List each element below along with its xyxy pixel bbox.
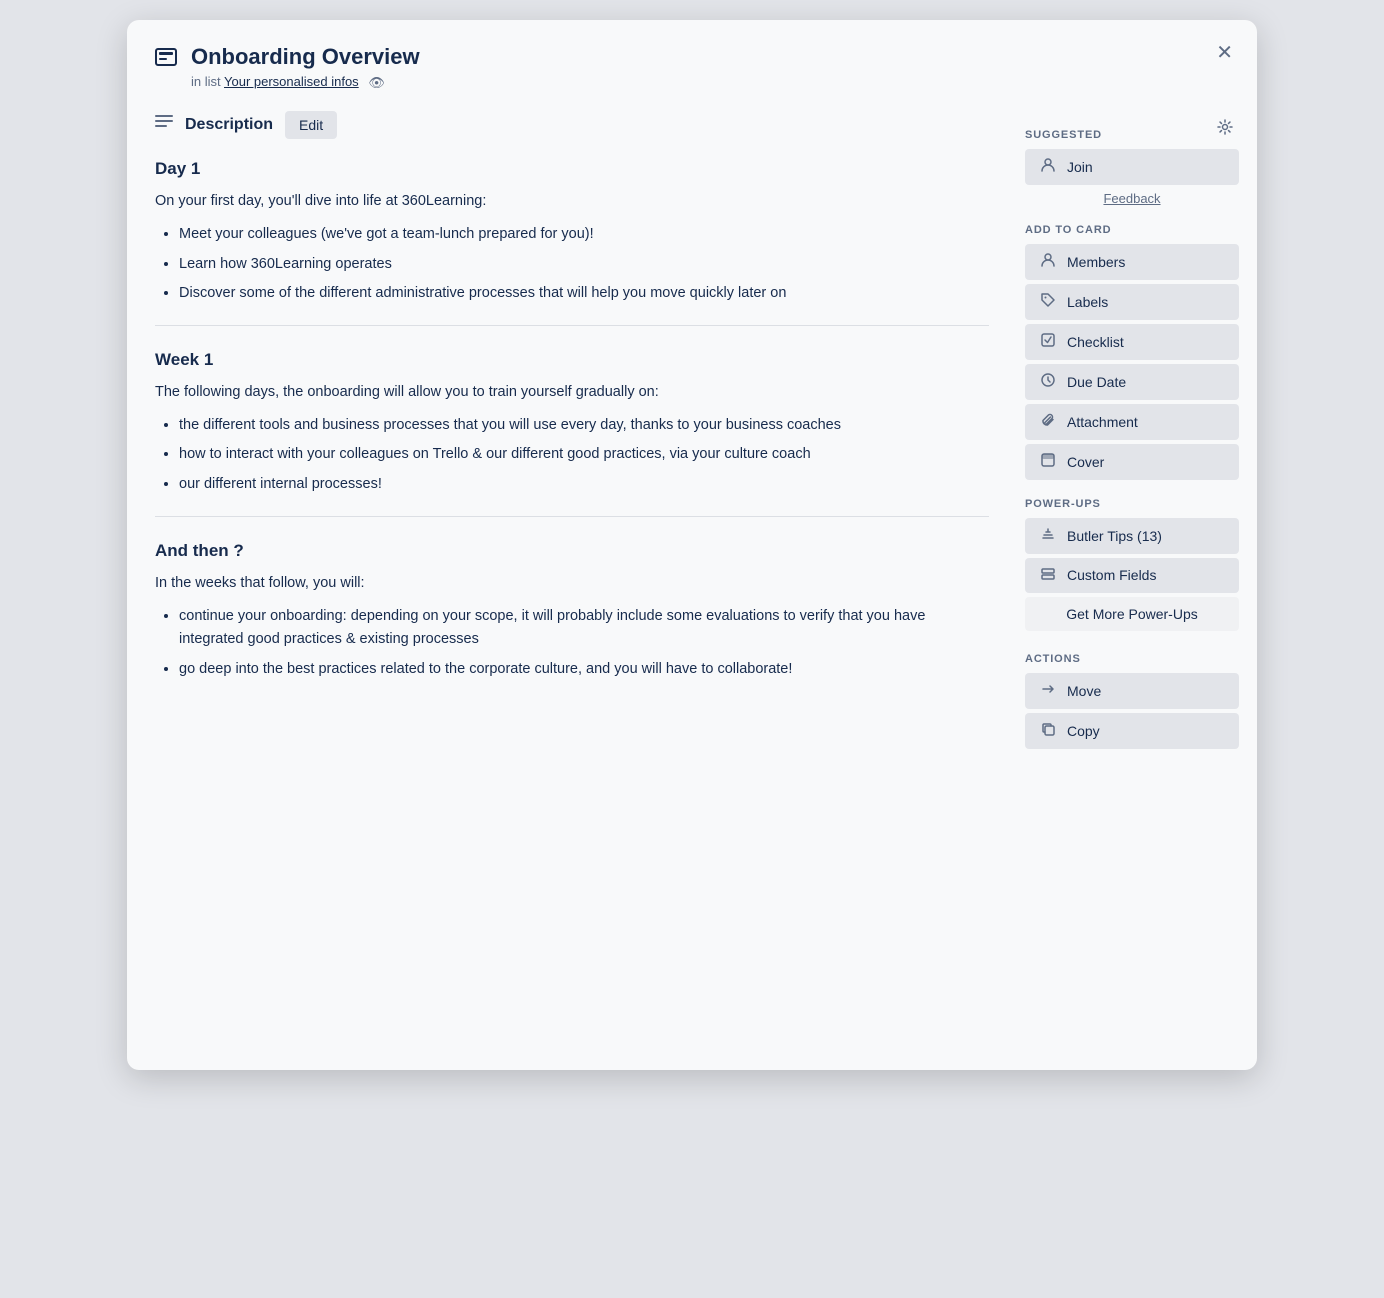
custom-fields-label: Custom Fields [1067, 567, 1156, 583]
gear-button[interactable] [1211, 117, 1239, 142]
list-item: Discover some of the different administr… [179, 282, 989, 305]
custom-fields-icon [1039, 567, 1057, 584]
attachment-icon [1039, 413, 1057, 431]
week1-heading: Week 1 [155, 346, 989, 373]
checklist-label: Checklist [1067, 334, 1124, 350]
suggested-label: SUGGESTED [1025, 129, 1102, 141]
join-button[interactable]: Join [1025, 149, 1239, 185]
section-divider [155, 516, 989, 517]
members-button[interactable]: Members [1025, 244, 1239, 280]
day1-heading: Day 1 [155, 155, 989, 182]
labels-button[interactable]: Labels [1025, 284, 1239, 320]
butler-tips-label: Butler Tips (13) [1067, 528, 1162, 544]
sidebar: SUGGESTED Join Feedback [1017, 103, 1257, 1046]
butler-icon [1039, 527, 1057, 545]
list-item: Meet your colleagues (we've got a team-l… [179, 223, 989, 246]
header-text: Onboarding Overview in list Your persona… [191, 44, 1229, 91]
move-icon [1039, 682, 1057, 700]
card-modal: Onboarding Overview in list Your persona… [127, 20, 1257, 1070]
add-to-card-label: ADD TO CARD [1025, 224, 1239, 236]
list-item: go deep into the best practices related … [179, 658, 989, 681]
copy-button[interactable]: Copy [1025, 713, 1239, 749]
attachment-button[interactable]: Attachment [1025, 404, 1239, 440]
list-item: the different tools and business process… [179, 414, 989, 437]
card-title: Onboarding Overview [191, 44, 1229, 70]
close-button[interactable]: ✕ [1208, 36, 1241, 69]
section-divider [155, 325, 989, 326]
andthen-bullets: continue your onboarding: depending on y… [155, 605, 989, 681]
members-icon [1039, 253, 1057, 271]
description-icon [155, 114, 173, 135]
cover-label: Cover [1067, 454, 1104, 470]
label-icon [1039, 293, 1057, 311]
cover-icon [1039, 453, 1057, 471]
card-subtitle: in list Your personalised infos 👁 [191, 74, 1229, 91]
suggested-section-header: SUGGESTED [1025, 111, 1239, 149]
copy-icon [1039, 722, 1057, 740]
andthen-heading: And then ? [155, 537, 989, 564]
eye-icon: 👁 [368, 75, 385, 90]
content-area: Day 1 On your first day, you'll dive int… [155, 155, 989, 681]
move-button[interactable]: Move [1025, 673, 1239, 709]
subtitle-prefix: in list [191, 74, 221, 89]
week1-intro: The following days, the onboarding will … [155, 381, 989, 404]
labels-label: Labels [1067, 294, 1108, 310]
list-name-link[interactable]: Your personalised infos [224, 74, 359, 89]
cover-button[interactable]: Cover [1025, 444, 1239, 480]
week1-bullets: the different tools and business process… [155, 414, 989, 496]
power-ups-label: POWER-UPS [1025, 498, 1239, 510]
due-date-label: Due Date [1067, 374, 1126, 390]
day1-bullets: Meet your colleagues (we've got a team-l… [155, 223, 989, 305]
card-icon [155, 48, 177, 71]
join-label: Join [1067, 159, 1093, 175]
list-item: continue your onboarding: depending on y… [179, 605, 989, 651]
modal-body: Description Edit Day 1 On your first day… [127, 103, 1257, 1070]
due-date-button[interactable]: Due Date [1025, 364, 1239, 400]
actions-label: ACTIONS [1025, 653, 1239, 665]
description-title: Description [185, 116, 273, 134]
clock-icon [1039, 373, 1057, 391]
checklist-button[interactable]: Checklist [1025, 324, 1239, 360]
list-item: how to interact with your colleagues on … [179, 443, 989, 466]
day1-intro: On your first day, you'll dive into life… [155, 190, 989, 213]
description-header: Description Edit [155, 111, 989, 139]
modal-header: Onboarding Overview in list Your persona… [127, 20, 1257, 103]
attachment-label: Attachment [1067, 414, 1138, 430]
copy-label: Copy [1067, 723, 1100, 739]
person-icon [1039, 158, 1057, 176]
feedback-button[interactable]: Feedback [1025, 191, 1239, 206]
main-content: Description Edit Day 1 On your first day… [127, 103, 1017, 1046]
move-label: Move [1067, 683, 1101, 699]
list-item: Learn how 360Learning operates [179, 253, 989, 276]
custom-fields-button[interactable]: Custom Fields [1025, 558, 1239, 593]
list-item: our different internal processes! [179, 473, 989, 496]
checklist-icon [1039, 333, 1057, 351]
butler-tips-button[interactable]: Butler Tips (13) [1025, 518, 1239, 554]
andthen-intro: In the weeks that follow, you will: [155, 572, 989, 595]
members-label: Members [1067, 254, 1125, 270]
get-more-button[interactable]: Get More Power-Ups [1025, 597, 1239, 631]
edit-button[interactable]: Edit [285, 111, 337, 139]
